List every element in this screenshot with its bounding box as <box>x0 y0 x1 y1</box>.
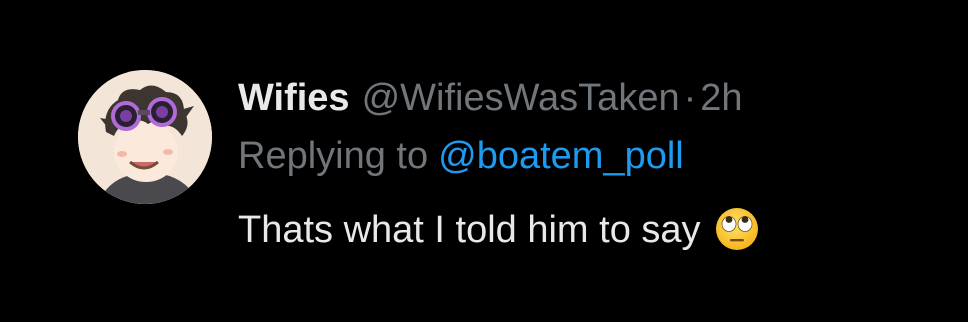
author-handle[interactable]: @WifiesWasTaken <box>362 77 680 119</box>
replying-to-line: Replying to @boatem_poll <box>238 132 684 180</box>
replying-to-label: Replying to <box>238 135 429 177</box>
tweet-text: Thats what I told him to say <box>238 204 759 256</box>
author-display-name[interactable]: Wifies <box>238 77 350 119</box>
tweet-header: Wifies @WifiesWasTaken · 2h <box>238 74 743 122</box>
separator-dot: · <box>683 77 697 119</box>
tweet-text-content: Thats what I told him to say <box>238 209 701 251</box>
face-with-rolling-eyes-emoji-icon <box>715 207 759 251</box>
reply-tweet[interactable]: Wifies @WifiesWasTaken · 2h Replying to @boa… <box>78 70 938 270</box>
cartoon-avatar-icon <box>78 70 212 204</box>
author-avatar[interactable] <box>78 70 212 204</box>
tweet-timestamp[interactable]: 2h <box>700 77 742 119</box>
mention-link[interactable]: @boatem_poll <box>438 135 684 177</box>
